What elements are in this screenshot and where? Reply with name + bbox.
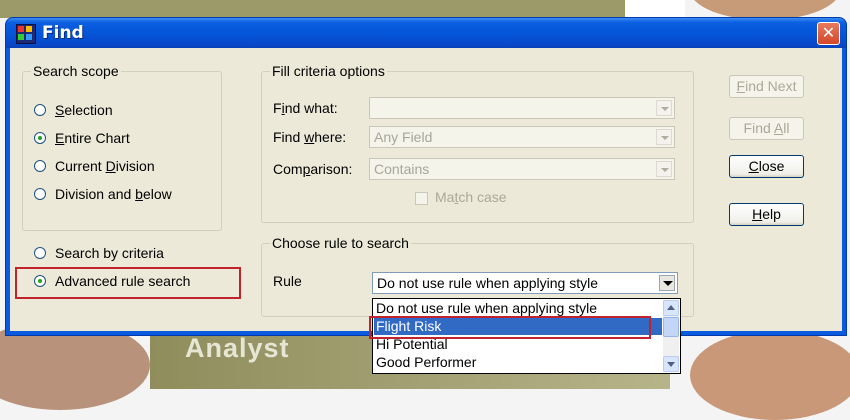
find-where-select[interactable]: Any Field	[369, 126, 675, 148]
find-where-dropdown-icon[interactable]	[656, 129, 672, 145]
comparison-label: Comparison:	[273, 161, 353, 177]
find-all-button[interactable]: Find All	[729, 117, 804, 140]
rule-select[interactable]: Do not use rule when applying style	[372, 272, 678, 294]
background-panel-right	[625, 0, 685, 18]
dialog-title: Find	[42, 23, 84, 43]
close-window-button[interactable]: ✕	[817, 22, 840, 45]
radio-entire-chart-label: Entire Chart	[55, 130, 130, 146]
scroll-down-icon[interactable]	[663, 356, 679, 372]
title-bar[interactable]: Find ✕	[6, 18, 846, 48]
radio-entire-chart[interactable]: Entire Chart	[34, 129, 130, 147]
find-what-label: Find what:	[273, 100, 338, 116]
rule-label: Rule	[273, 273, 302, 289]
find-where-value: Any Field	[374, 129, 433, 145]
radio-current-division-button[interactable]	[34, 160, 46, 172]
radio-current-division[interactable]: Current Division	[34, 157, 155, 175]
radio-search-by-criteria[interactable]: Search by criteria	[34, 244, 164, 262]
find-dialog: Find ✕ Search scope Selection Entire Cha…	[6, 18, 846, 335]
background-photo-top-right	[690, 0, 840, 20]
comparison-value: Contains	[374, 161, 430, 177]
search-scope-group: Search scope	[22, 63, 222, 231]
match-case-label: Match case	[435, 189, 507, 205]
find-next-button[interactable]: Find Next	[729, 75, 804, 98]
radio-division-and-below-label: Division and below	[55, 186, 172, 202]
help-button[interactable]: Help	[729, 203, 804, 226]
match-case-checkbox[interactable]	[415, 192, 428, 205]
search-scope-label: Search scope	[31, 63, 121, 79]
comparison-select[interactable]: Contains	[369, 158, 675, 180]
background-card-title: Analyst	[185, 333, 290, 363]
rule-option[interactable]: Good Performer	[374, 354, 662, 371]
rule-dropdown-icon[interactable]	[659, 275, 675, 291]
background-photo-bottom-right	[690, 330, 850, 420]
radio-division-and-below-button[interactable]	[34, 188, 46, 200]
scroll-thumb[interactable]	[663, 317, 679, 337]
choose-rule-label: Choose rule to search	[270, 235, 411, 251]
flight-risk-highlight	[369, 316, 651, 339]
rule-select-value: Do not use rule when applying style	[377, 275, 599, 291]
radio-search-by-criteria-label: Search by criteria	[55, 245, 164, 261]
advanced-rule-highlight	[15, 267, 241, 299]
rule-dropdown-scrollbar[interactable]	[663, 300, 679, 372]
find-where-label: Find where:	[273, 129, 347, 145]
radio-current-division-label: Current Division	[55, 158, 155, 174]
app-icon	[16, 24, 36, 44]
close-icon: ✕	[821, 23, 836, 42]
radio-search-by-criteria-button[interactable]	[34, 247, 46, 259]
comparison-dropdown-icon[interactable]	[656, 161, 672, 177]
scroll-up-icon[interactable]	[663, 300, 679, 316]
find-what-combo[interactable]	[369, 97, 675, 119]
radio-selection[interactable]: Selection	[34, 101, 113, 119]
dialog-body: Search scope Selection Entire Chart Curr…	[10, 48, 842, 331]
background-panel-top	[0, 0, 625, 18]
radio-selection-button[interactable]	[34, 104, 46, 116]
rule-option[interactable]: Do not use rule when applying style	[374, 300, 662, 317]
radio-entire-chart-button[interactable]	[34, 132, 46, 144]
radio-selection-label: Selection	[55, 102, 113, 118]
fill-criteria-label: Fill criteria options	[270, 63, 387, 79]
find-what-dropdown-icon[interactable]	[656, 100, 672, 116]
close-button[interactable]: Close	[729, 155, 804, 178]
radio-division-and-below[interactable]: Division and below	[34, 185, 172, 203]
